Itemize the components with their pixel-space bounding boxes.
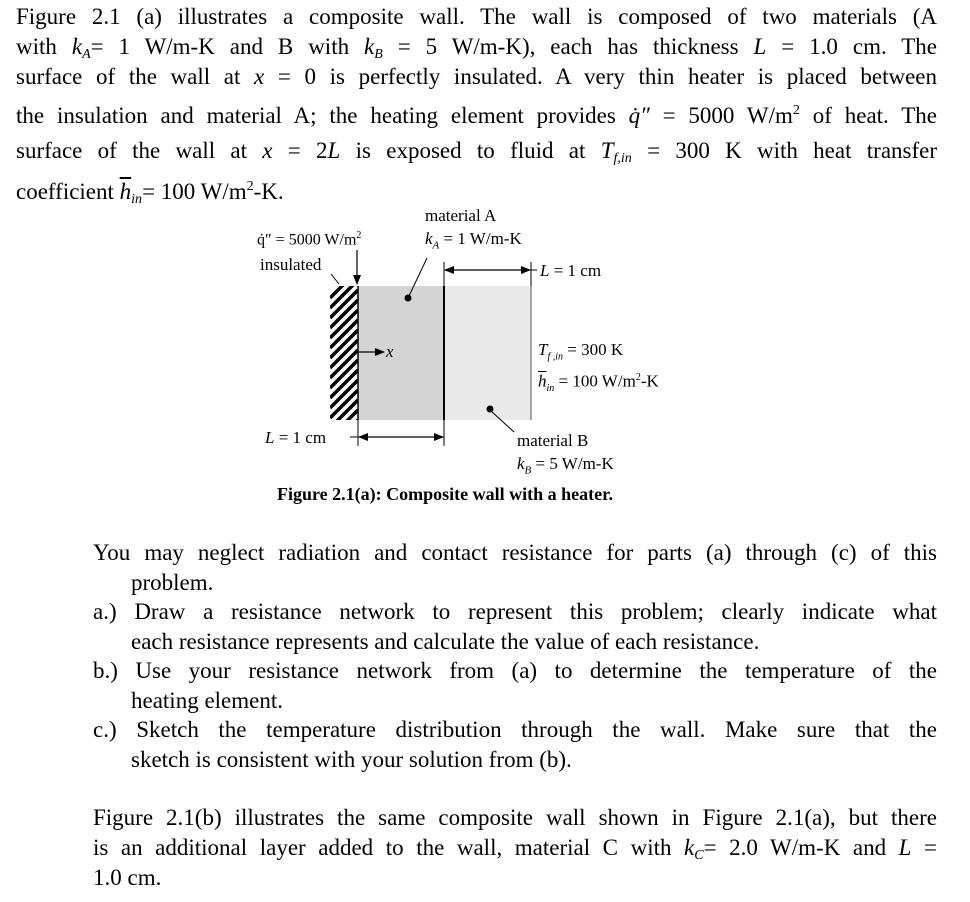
question-c: c.) Sketch the temperature distribution … [93,715,937,774]
intro-line-3: surface of the wall at x = 0 is perfectl… [16,62,937,92]
text: = 5 W/m-K [531,454,614,473]
questions-intro-line-2: problem. [131,569,214,595]
question-b-line-1: b.) Use your resistance network from (a)… [93,656,937,686]
symbol-x: x [262,138,273,163]
symbol-k: k [364,34,375,59]
intro-line-6: coefficient hin= 100 W/m2-K. [16,172,937,207]
text: = [911,835,937,860]
question-c-line-1: c.) Sketch the temperature distribution … [93,715,937,745]
symbol-k: k [517,454,525,473]
hatch-line [330,430,358,458]
problem-statement: Figure 2.1 (a) illustrates a composite w… [16,2,937,207]
symbol-T: T [600,138,614,163]
length-top-label: L = 1 cm [540,261,601,281]
question-a-line-2: each resistance represents and calculate… [131,628,760,654]
text: the insulation and material A; the heati… [16,103,629,128]
text: is an additional layer added to the wall… [93,835,685,860]
text: = 1.0 cm. The [766,34,937,59]
heat-flux-label: q̇″ = 5000 W/m2 [257,226,361,251]
material-a-label: material A [425,206,497,225]
text: = 300 K with heat transfer [631,138,938,163]
question-a: a.) Draw a resistance network to represe… [93,597,937,656]
intro-line-5: surface of the wall at x = 2L is exposed… [16,132,937,172]
followup-line-3: 1.0 cm. [93,865,162,890]
insulation-hatch [330,286,358,468]
insulated-label: insulated [260,255,322,274]
text: -K [640,371,659,391]
subscript: A [82,47,91,62]
symbol-h-bar: h [538,371,547,391]
text: = 100 W/m [554,371,636,391]
symbol-x: x [386,342,394,361]
text: = 1 W/m-K [439,229,522,248]
material-b-label: material B [517,431,589,450]
symbol-x: x [254,64,265,89]
text: Use your resistance network from (a) to … [135,658,938,683]
subscript: f,in [613,151,632,166]
symbol-q-dot: q̇″ [628,103,650,128]
length-bottom-label: L = 1 cm [265,428,326,448]
text: Sketch the temperature distribution thro… [136,717,937,742]
subscript: f ,in [547,351,564,363]
subscript: B [374,47,383,62]
symbol-L: L [327,138,341,163]
material-b-dot [486,405,494,413]
symbol-k: k [425,229,433,248]
intro-line-2: with kA= 1 W/m-K and B with kB = 5 W/m-K… [16,32,937,62]
text: = 5000 W/m [649,103,793,128]
x-axis-label: x [386,342,394,362]
followup-paragraph: Figure 2.1(b) illustrates the same compo… [93,803,937,893]
symbol-k: k [684,835,695,860]
question-marker: a.) [93,599,117,624]
insulated-leader-line [330,273,340,285]
symbol-L: L [753,34,767,59]
text: = 2 [272,138,328,163]
questions-list: You may neglect radiation and contact re… [93,538,937,774]
questions-intro-line-1: You may neglect radiation and contact re… [93,540,937,565]
material-b-region [444,286,531,420]
intro-line-4: the insulation and material A; the heati… [16,92,937,132]
question-marker: c.) [93,717,117,742]
text: = 0 is perfectly insulated. A very thin … [264,64,938,89]
material-a-region [358,286,444,420]
text: with [16,34,72,59]
superscript: 2 [792,103,800,118]
k-b-label: kB = 5 W/m-K [517,454,614,480]
text: Figure 2.1 (a) illustrates a composite w… [16,4,937,29]
question-a-line-1: a.) Draw a resistance network to represe… [93,597,937,627]
text: = 1 cm [274,428,327,447]
text: surface of the wall at [16,138,263,163]
followup-line-1: Figure 2.1(b) illustrates the same compo… [93,805,937,830]
hatch-line [330,440,358,468]
intro-line-1: Figure 2.1 (a) illustrates a composite w… [16,2,937,32]
question-b: b.) Use your resistance network from (a)… [93,656,937,715]
fluid-temp-label: Tf ,in = 300 K [538,340,623,367]
text: is exposed to fluid at [340,138,601,163]
question-c-line-2: sketch is consistent with your solution … [131,746,572,772]
text: surface of the wall at [16,64,255,89]
hatch-line [355,418,358,420]
subscript: C [694,848,704,863]
text: Draw a resistance network to represent t… [134,599,937,624]
text: = 2.0 W/m-K and [703,835,899,860]
superscript: 2 [356,230,362,241]
question-b-line-2: heating element. [131,687,283,713]
text: = 300 K [563,340,624,359]
superscript: 2 [246,179,254,194]
text: = 1 W/m-K and B with [90,34,365,59]
material-a-dot [404,294,412,302]
composite-wall-figure: q̇″ = 5000 W/m2 insulated material A kA … [0,200,970,510]
figure-caption: Figure 2.1(a): Composite wall with a hea… [277,484,613,504]
text: = 5 W/m-K), each has thickness [382,34,754,59]
symbol-L: L [898,835,912,860]
text: = 1 cm [549,261,602,280]
symbol-k: k [71,34,83,59]
h-coefficient-label: hin = 100 W/m2-K [538,368,659,399]
question-marker: b.) [93,658,118,683]
k-a-label: kA = 1 W/m-K [425,229,522,255]
text: of heat. The [799,103,937,128]
followup-line-2: is an additional layer added to the wall… [93,833,937,863]
text: q̇″ = 5000 W/m [257,231,357,249]
